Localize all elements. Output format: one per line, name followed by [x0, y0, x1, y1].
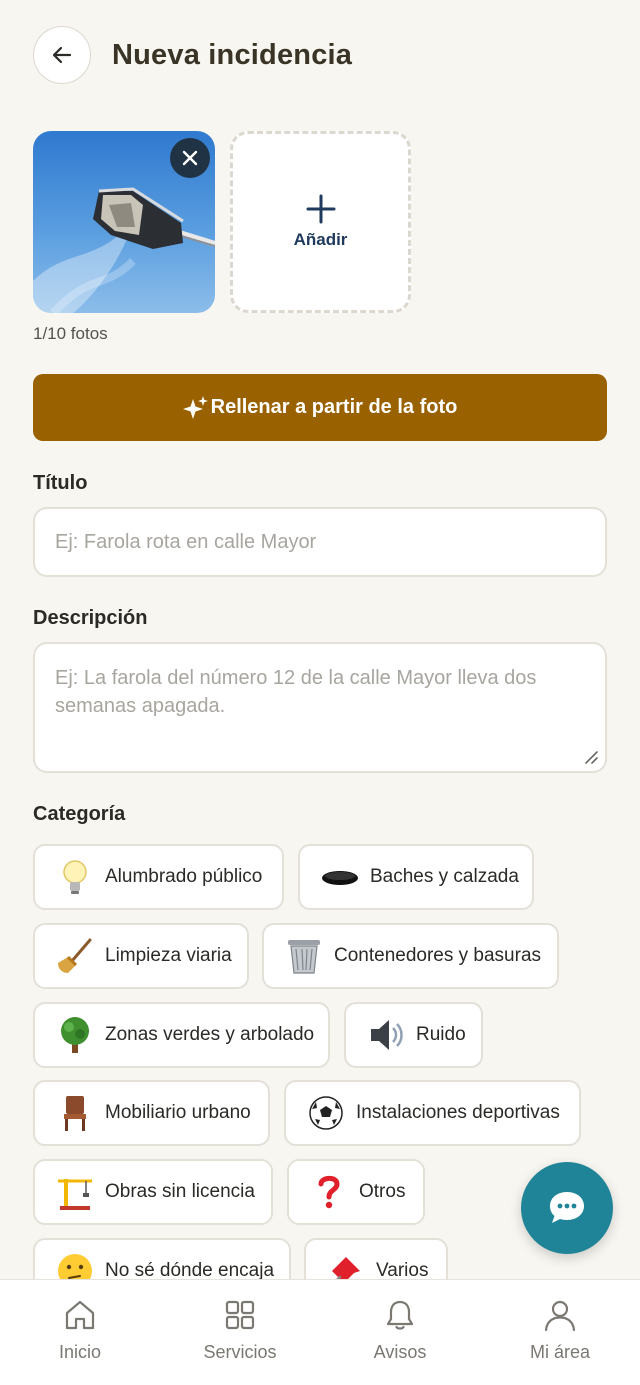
nav-label: Servicios: [203, 1342, 277, 1362]
speaker-icon: [366, 1015, 406, 1055]
grid-icon: [225, 1300, 255, 1330]
plus-icon: [306, 194, 335, 224]
title-label: Título: [33, 472, 88, 494]
category-chip-contenedores[interactable]: Contenedores y basuras: [262, 923, 559, 989]
home-icon: [65, 1300, 95, 1330]
wastebasket-icon: [284, 936, 324, 976]
category-label-text: Instalaciones deportivas: [356, 1102, 560, 1123]
category-label: Categoría: [33, 803, 126, 825]
header: Nueva incidencia: [33, 26, 352, 84]
category-chip-baches[interactable]: Baches y calzada: [298, 844, 534, 910]
category-label-text: Otros: [359, 1181, 406, 1202]
category-label-text: Zonas verdes y arbolado: [105, 1024, 315, 1045]
category-label-text: Contenedores y basuras: [334, 945, 542, 966]
description-placeholder: Ej: La farola del número 12 de la calle …: [55, 667, 537, 717]
description-label: Descripción: [33, 607, 148, 629]
category-label-text: Limpieza viaria: [105, 945, 232, 966]
category-chip-obras[interactable]: Obras sin licencia: [33, 1159, 273, 1225]
lightbulb-icon: [55, 857, 95, 897]
category-label-text: Alumbrado público: [105, 866, 263, 887]
nav-item-servicios[interactable]: Servicios: [160, 1280, 320, 1385]
nav-label: Mi área: [529, 1342, 591, 1362]
crane-icon: [55, 1172, 95, 1212]
category-chip-ruido[interactable]: Ruido: [344, 1002, 483, 1068]
fill-from-photo-button[interactable]: Rellenar a partir de la foto: [33, 374, 607, 441]
broom-icon: [55, 936, 95, 976]
nav-item-avisos[interactable]: Avisos: [320, 1280, 480, 1385]
fill-from-photo-label: Rellenar a partir de la foto: [210, 396, 458, 418]
category-chip-zonas-verdes[interactable]: Zonas verdes y arbolado: [33, 1002, 330, 1068]
nav-label: Inicio: [58, 1342, 102, 1362]
question-mark-icon: [309, 1172, 349, 1212]
title-placeholder: Ej: Farola rota en calle Mayor: [55, 531, 317, 553]
nav-item-mi-area[interactable]: Mi área: [480, 1280, 640, 1385]
photo-count: 1/10 fotos: [33, 324, 108, 343]
chat-bubble-icon: [550, 1192, 584, 1223]
bell-icon: [386, 1300, 414, 1330]
user-icon: [544, 1300, 576, 1332]
close-icon: [182, 150, 198, 166]
nav-item-inicio[interactable]: Inicio: [0, 1280, 160, 1385]
nav-label: Avisos: [373, 1342, 427, 1362]
tree-icon: [55, 1015, 95, 1055]
category-label-text: Obras sin licencia: [105, 1181, 255, 1202]
add-photo-label: Añadir: [293, 230, 348, 249]
category-chip-instalaciones[interactable]: Instalaciones deportivas: [284, 1080, 581, 1146]
category-label-text: Mobiliario urbano: [105, 1102, 251, 1123]
chair-icon: [55, 1093, 95, 1133]
page-title: Nueva incidencia: [112, 38, 353, 71]
back-button[interactable]: [33, 26, 91, 84]
add-photo-button[interactable]: Añadir: [230, 131, 411, 313]
soccer-ball-icon: [306, 1093, 346, 1133]
hole-icon: [320, 857, 360, 897]
description-textarea[interactable]: Ej: La farola del número 12 de la calle …: [33, 642, 607, 773]
resize-handle-icon[interactable]: [584, 750, 598, 764]
remove-photo-button[interactable]: [170, 138, 210, 178]
arrow-left-icon: [52, 46, 72, 64]
category-label-text: Baches y calzada: [370, 866, 519, 887]
title-input[interactable]: Ej: Farola rota en calle Mayor: [33, 507, 607, 577]
category-label-text: Ruido: [416, 1024, 466, 1045]
category-chip-alumbrado[interactable]: Alumbrado público: [33, 844, 284, 910]
category-chip-mobiliario[interactable]: Mobiliario urbano: [33, 1080, 270, 1146]
category-chip-limpieza[interactable]: Limpieza viaria: [33, 923, 249, 989]
sparkles-icon: [182, 395, 208, 419]
chat-button[interactable]: [521, 1162, 613, 1254]
new-incident-screen: Nueva incidencia Añadir 1/10 fotos Relle…: [0, 0, 640, 1385]
bottom-navigation: Inicio Servicios Avisos Mi área: [0, 1279, 640, 1385]
category-chip-otros[interactable]: Otros: [287, 1159, 425, 1225]
